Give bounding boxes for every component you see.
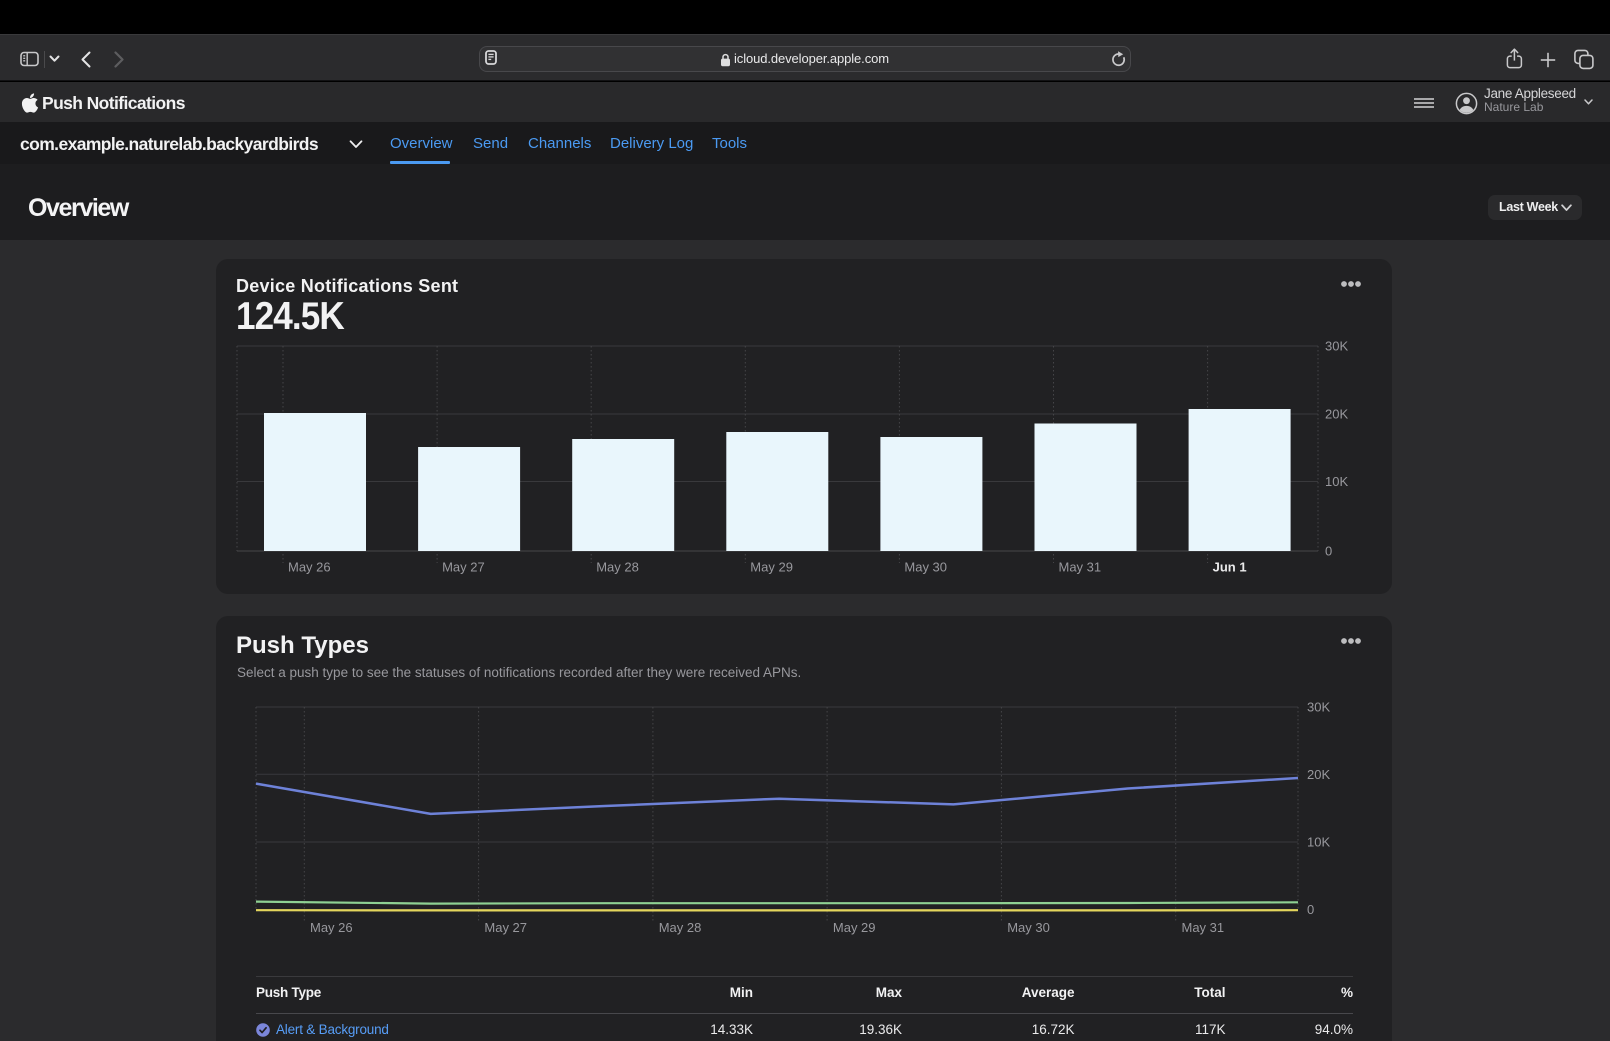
svg-text:May 28: May 28 — [596, 560, 639, 575]
svg-text:0: 0 — [1325, 544, 1332, 559]
svg-text:May 28: May 28 — [659, 920, 702, 935]
svg-text:20K: 20K — [1325, 407, 1348, 422]
svg-text:May 26: May 26 — [310, 920, 353, 935]
svg-text:May 27: May 27 — [442, 560, 485, 575]
svg-text:May 27: May 27 — [484, 920, 527, 935]
svg-text:10K: 10K — [1307, 835, 1330, 850]
svg-text:20K: 20K — [1307, 767, 1330, 782]
svg-text:10K: 10K — [1325, 474, 1348, 489]
svg-text:May 31: May 31 — [1182, 920, 1225, 935]
svg-text:May 29: May 29 — [750, 560, 793, 575]
svg-text:May 30: May 30 — [904, 560, 947, 575]
svg-text:May 26: May 26 — [288, 560, 331, 575]
svg-text:30K: 30K — [1307, 700, 1330, 715]
svg-text:Jun 1: Jun 1 — [1213, 560, 1247, 575]
svg-text:May 30: May 30 — [1007, 920, 1050, 935]
svg-text:0: 0 — [1307, 902, 1314, 917]
svg-text:May 31: May 31 — [1059, 560, 1102, 575]
svg-text:May 29: May 29 — [833, 920, 876, 935]
svg-text:30K: 30K — [1325, 339, 1348, 354]
